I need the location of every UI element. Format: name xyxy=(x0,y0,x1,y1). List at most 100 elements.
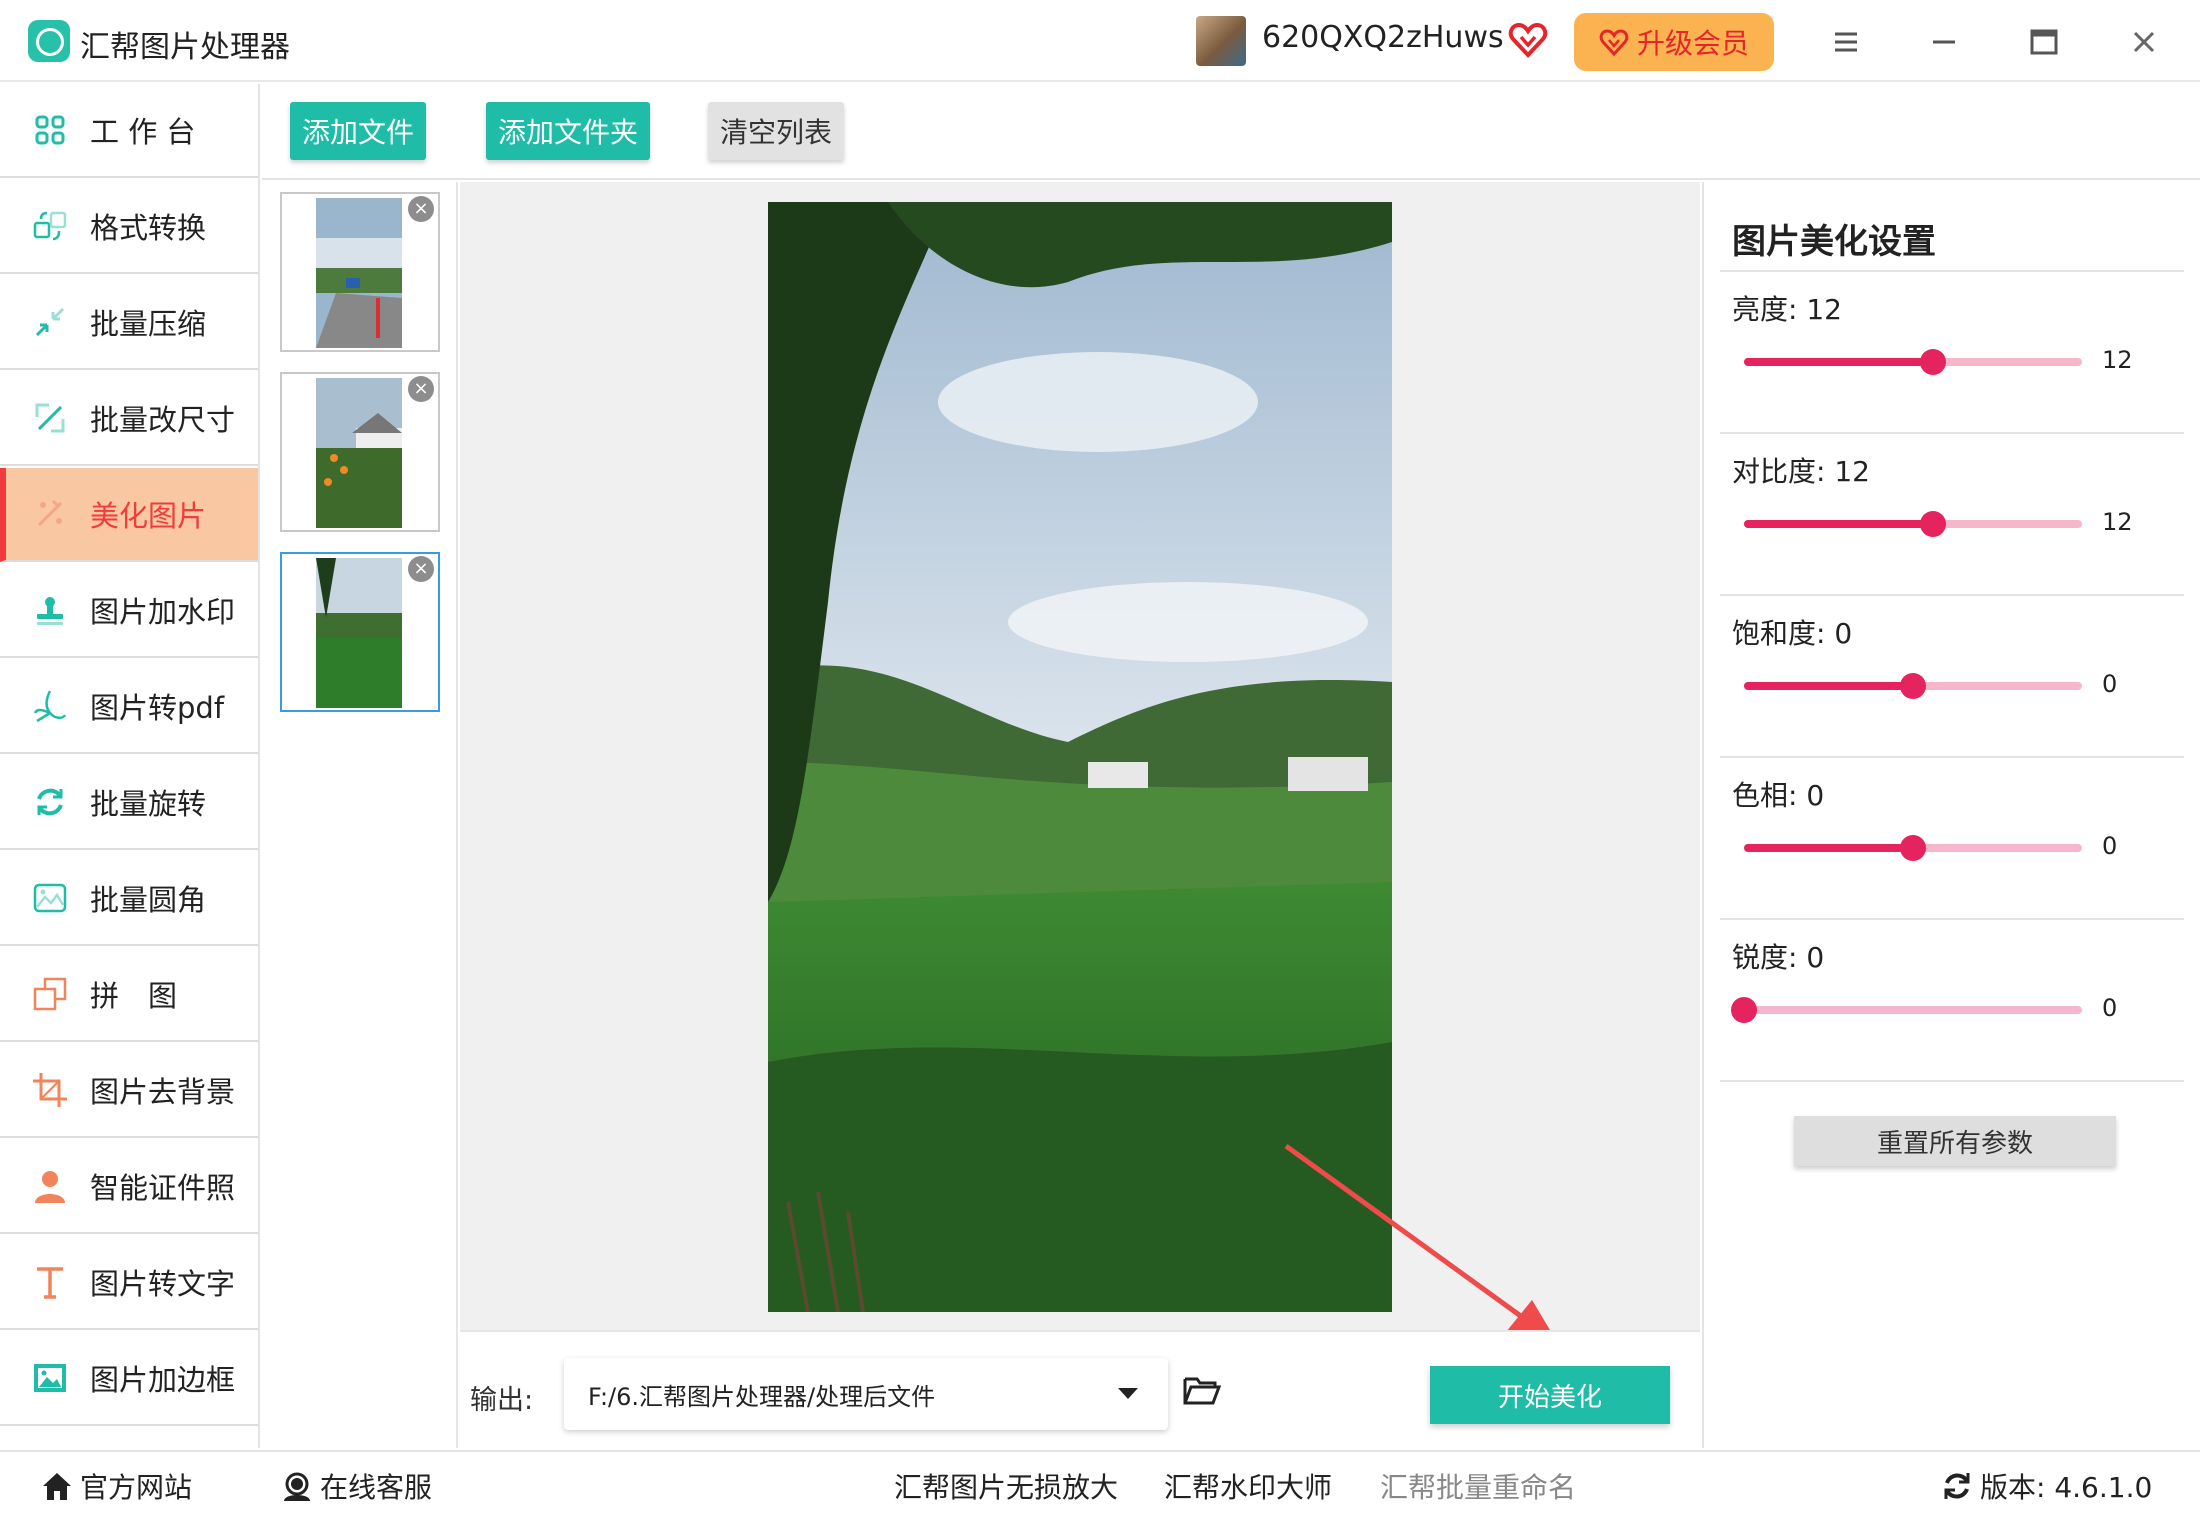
slider-fill xyxy=(1744,358,1933,366)
minimize-button[interactable] xyxy=(1922,20,1966,64)
upgrade-vip-button[interactable]: 升级会员 xyxy=(1574,13,1774,71)
remove-thumbnail-button[interactable]: × xyxy=(408,556,434,582)
slider-knob[interactable] xyxy=(1920,349,1946,375)
app-title: 汇帮图片处理器 xyxy=(80,30,290,65)
official-website-link[interactable]: 官方网站 xyxy=(40,1466,192,1506)
watermark-master-link[interactable]: 汇帮水印大师 xyxy=(1164,1466,1332,1506)
menu-button[interactable] xyxy=(1824,20,1868,64)
sidebar-item-remove-background[interactable]: 图片去背景 xyxy=(0,1044,258,1138)
sharpness-param: 锐度: 0 0 xyxy=(1704,922,2200,1084)
remove-thumbnail-button[interactable]: × xyxy=(408,196,434,222)
divider xyxy=(1720,1080,2184,1082)
contrast-label: 对比度: 12 xyxy=(1732,455,1870,488)
official-website-label: 官方网站 xyxy=(80,1471,193,1504)
saturation-value: 0 xyxy=(2102,670,2118,698)
beautify-icon xyxy=(30,494,70,534)
slider-knob[interactable] xyxy=(1900,673,1926,699)
minimize-icon xyxy=(1933,40,1955,44)
sidebar-item-id-photo[interactable]: 智能证件照 xyxy=(0,1140,258,1234)
rotate-icon xyxy=(30,782,70,822)
sidebar-item-beautify[interactable]: 美化图片 xyxy=(0,468,258,562)
output-path-select[interactable]: F:/6.汇帮图片处理器/处理后文件 xyxy=(564,1358,1168,1430)
thumbnail-item[interactable]: × xyxy=(280,192,440,352)
sidebar-item-format-convert[interactable]: 格式转换 xyxy=(0,180,258,274)
sidebar-item-label: 美化图片 xyxy=(90,499,207,533)
sidebar-item-label: 批量压缩 xyxy=(90,307,207,341)
online-support-label: 在线客服 xyxy=(320,1471,433,1504)
reset-params-button[interactable]: 重置所有参数 xyxy=(1794,1116,2116,1166)
clear-list-button[interactable]: 清空列表 xyxy=(708,102,844,160)
text-icon xyxy=(30,1262,70,1302)
collage-icon xyxy=(30,974,70,1014)
lossless-upscale-link[interactable]: 汇帮图片无损放大 xyxy=(894,1466,1118,1506)
sharpness-slider[interactable] xyxy=(1731,997,2082,1023)
sidebar-item-label: 批量圆角 xyxy=(90,883,207,917)
avatar[interactable] xyxy=(1196,16,1246,66)
sidebar-item-batch-rotate[interactable]: 批量旋转 xyxy=(0,756,258,850)
headset-icon xyxy=(284,1472,310,1501)
maximize-button[interactable] xyxy=(2022,20,2066,64)
contrast-slider[interactable] xyxy=(1744,511,2082,537)
sidebar-item-collage[interactable]: 拼 图 xyxy=(0,948,258,1042)
sidebar-item-workbench[interactable]: 工 作 台 xyxy=(0,84,258,178)
slider-fill xyxy=(1744,844,1913,852)
divider xyxy=(1720,918,2184,920)
thumbnail-item[interactable]: × xyxy=(280,372,440,532)
sidebar-item-round-corner[interactable]: 批量圆角 xyxy=(0,852,258,946)
footer: 官方网站 在线客服 汇帮图片无损放大 汇帮水印大师 汇帮批量重命名 版本: 4.… xyxy=(0,1450,2200,1520)
brightness-param: 亮度: 12 12 xyxy=(1704,274,2200,436)
refresh-icon xyxy=(1944,1473,1970,1499)
add-file-button[interactable]: 添加文件 xyxy=(290,102,426,160)
saturation-slider[interactable] xyxy=(1744,673,2082,699)
folder-open-icon[interactable] xyxy=(1182,1370,1222,1410)
slider-fill xyxy=(1744,682,1913,690)
start-beautify-button[interactable]: 开始美化 xyxy=(1430,1366,1670,1424)
sidebar-item-image-to-text[interactable]: 图片转文字 xyxy=(0,1236,258,1330)
remove-thumbnail-button[interactable]: × xyxy=(408,376,434,402)
hue-param: 色相: 0 0 xyxy=(1704,760,2200,922)
output-label: 输出: xyxy=(470,1385,534,1416)
sidebar-item-label: 格式转换 xyxy=(90,211,207,245)
sidebar-item-label: 图片转文字 xyxy=(90,1267,236,1301)
hamburger-icon xyxy=(1835,32,1857,52)
sidebar-item-label: 图片加水印 xyxy=(90,595,236,629)
round-corner-icon xyxy=(30,878,70,918)
app-logo-icon xyxy=(28,20,70,62)
brightness-slider[interactable] xyxy=(1744,349,2082,375)
preview-image xyxy=(768,202,1392,1312)
thumbnail-image xyxy=(316,198,402,348)
divider xyxy=(1720,270,2184,272)
sidebar-item-to-pdf[interactable]: 图片转pdf xyxy=(0,660,258,754)
output-path-value: F:/6.汇帮图片处理器/处理后文件 xyxy=(588,1382,936,1411)
hue-slider[interactable] xyxy=(1744,835,2082,861)
divider xyxy=(1720,432,2184,434)
saturation-label: 饱和度: 0 xyxy=(1732,617,1853,650)
slider-knob[interactable] xyxy=(1920,511,1946,537)
close-button[interactable] xyxy=(2122,20,2166,64)
batch-rename-link[interactable]: 汇帮批量重命名 xyxy=(1380,1466,1576,1506)
sidebar-item-watermark[interactable]: 图片加水印 xyxy=(0,564,258,658)
sidebar-item-label: 智能证件照 xyxy=(90,1171,236,1205)
thumbnail-item[interactable]: × xyxy=(280,552,440,712)
sidebar-item-batch-resize[interactable]: 批量改尺寸 xyxy=(0,372,258,466)
heart-icon xyxy=(1599,29,1629,57)
online-support-link[interactable]: 在线客服 xyxy=(280,1466,432,1506)
brightness-label: 亮度: 12 xyxy=(1732,293,1842,326)
sidebar-item-label: 图片加边框 xyxy=(90,1363,236,1397)
contrast-value: 12 xyxy=(2102,508,2133,536)
frame-icon xyxy=(30,1358,70,1398)
brightness-value: 12 xyxy=(2102,346,2133,374)
sidebar-item-batch-compress[interactable]: 批量压缩 xyxy=(0,276,258,370)
divider xyxy=(1720,756,2184,758)
slider-knob[interactable] xyxy=(1731,997,1757,1023)
saturation-param: 饱和度: 0 0 xyxy=(1704,598,2200,760)
sidebar-item-add-frame[interactable]: 图片加边框 xyxy=(0,1332,258,1426)
divider xyxy=(1720,594,2184,596)
hue-value: 0 xyxy=(2102,832,2118,860)
sidebar-item-label: 拼 图 xyxy=(90,979,178,1013)
sharpness-label: 锐度: 0 xyxy=(1732,941,1825,974)
add-folder-button[interactable]: 添加文件夹 xyxy=(486,102,650,160)
watermark-icon xyxy=(30,590,70,630)
slider-knob[interactable] xyxy=(1900,835,1926,861)
thumbnail-list: × × × xyxy=(262,182,458,1448)
